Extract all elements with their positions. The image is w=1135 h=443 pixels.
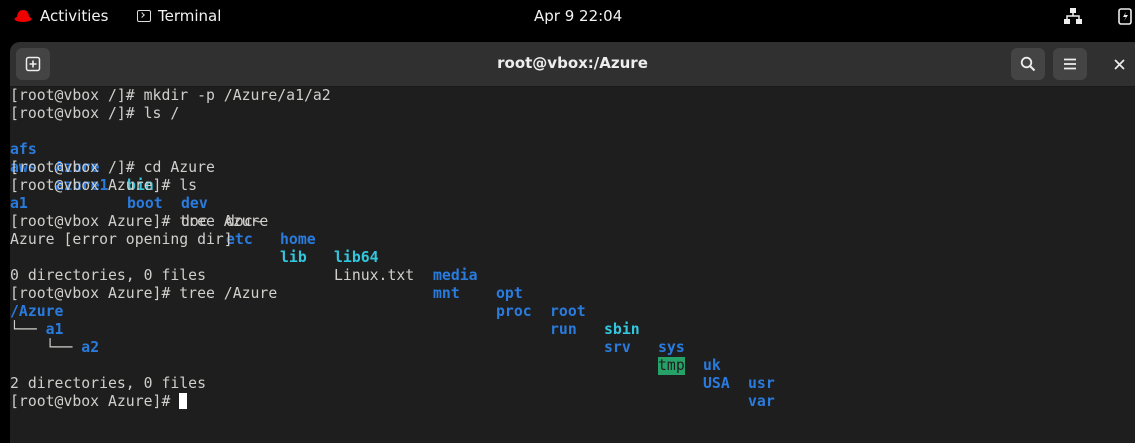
terminal-line: Azure [error opening dir] <box>10 231 233 248</box>
list-item: opt <box>496 285 523 302</box>
terminal-icon <box>137 10 151 22</box>
list-item: proc <box>496 303 532 320</box>
tree-branch: └── <box>10 321 46 338</box>
terminal-window: root@vbox:/Azure [root@vbox /]# mkdir -p… <box>10 42 1135 443</box>
terminal-line: [root@vbox Azure]# tree Azure <box>10 213 269 230</box>
shell-prompt: [root@vbox Azure]# <box>10 393 180 410</box>
tree-branch: └── <box>10 339 82 356</box>
app-menu-terminal[interactable]: Terminal <box>137 0 221 32</box>
network-icon[interactable] <box>1064 8 1082 24</box>
list-item: srv <box>604 339 631 356</box>
close-button[interactable] <box>1107 48 1131 80</box>
clock[interactable]: Apr 9 22:04 <box>534 0 622 32</box>
power-icon[interactable] <box>1118 7 1135 25</box>
tree-dir-name: a1 <box>45 321 64 338</box>
list-item: root <box>550 303 586 320</box>
terminal-line: [root@vbox /]# cd Azure <box>10 159 215 176</box>
close-icon <box>1113 58 1125 70</box>
terminal-line: [root@vbox Azure]# ls <box>10 177 198 194</box>
gnome-top-bar: Activities Terminal Apr 9 22:04 <box>0 0 1135 32</box>
list-item: lib <box>280 249 307 266</box>
terminal-line: a1 <box>10 195 28 212</box>
activities-label: Activities <box>40 7 109 25</box>
list-item: sys <box>658 339 685 356</box>
list-item: uk <box>703 357 721 374</box>
list-item: dev <box>181 195 208 212</box>
list-item: mnt <box>433 285 460 302</box>
terminal-line: [root@vbox Azure]# tree /Azure <box>10 285 278 302</box>
list-item: boot <box>127 195 163 212</box>
terminal-line: /Azure <box>10 303 64 320</box>
list-item: usr <box>748 375 775 392</box>
app-menu-label: Terminal <box>158 7 222 25</box>
list-item: home <box>280 231 316 248</box>
text-cursor <box>179 393 188 409</box>
terminal-prompt-line[interactable]: [root@vbox Azure]# <box>10 393 188 411</box>
search-button[interactable] <box>1011 48 1045 80</box>
menu-button[interactable] <box>1053 48 1087 80</box>
redhat-icon <box>14 10 32 22</box>
terminal-output[interactable]: [root@vbox /]# mkdir -p /Azure/a1/a2 [ro… <box>10 87 1135 443</box>
ls-output-row: aws azure1 boot doc etc lib Linux.txt mn… <box>10 141 1135 410</box>
list-item: var <box>748 393 775 410</box>
ls-output-row: afs Azure bin dev doc~ home lib64 media … <box>10 123 1135 392</box>
activities-button[interactable]: Activities <box>14 0 108 32</box>
list-item: sbin <box>604 321 640 338</box>
window-title: root@vbox:/Azure <box>497 54 648 72</box>
list-item: tmp <box>658 357 685 375</box>
header-bar: root@vbox:/Azure <box>10 42 1135 87</box>
terminal-line: └── a2 <box>10 339 99 357</box>
hamburger-menu-icon <box>1064 58 1076 70</box>
terminal-line: 2 directories, 0 files <box>10 375 206 392</box>
list-item: media <box>433 267 478 284</box>
search-icon <box>1020 56 1036 72</box>
list-item: USA <box>703 375 730 392</box>
terminal-line: 0 directories, 0 files <box>10 267 206 284</box>
terminal-line: [root@vbox /]# ls / <box>10 105 180 122</box>
terminal-line: └── a1 <box>10 321 63 339</box>
list-item: Linux.txt <box>334 267 415 284</box>
list-item: run <box>550 321 577 338</box>
tree-dir-name: a2 <box>81 339 100 356</box>
terminal-line: [root@vbox /]# mkdir -p /Azure/a1/a2 <box>10 87 331 104</box>
list-item: lib64 <box>334 249 379 266</box>
